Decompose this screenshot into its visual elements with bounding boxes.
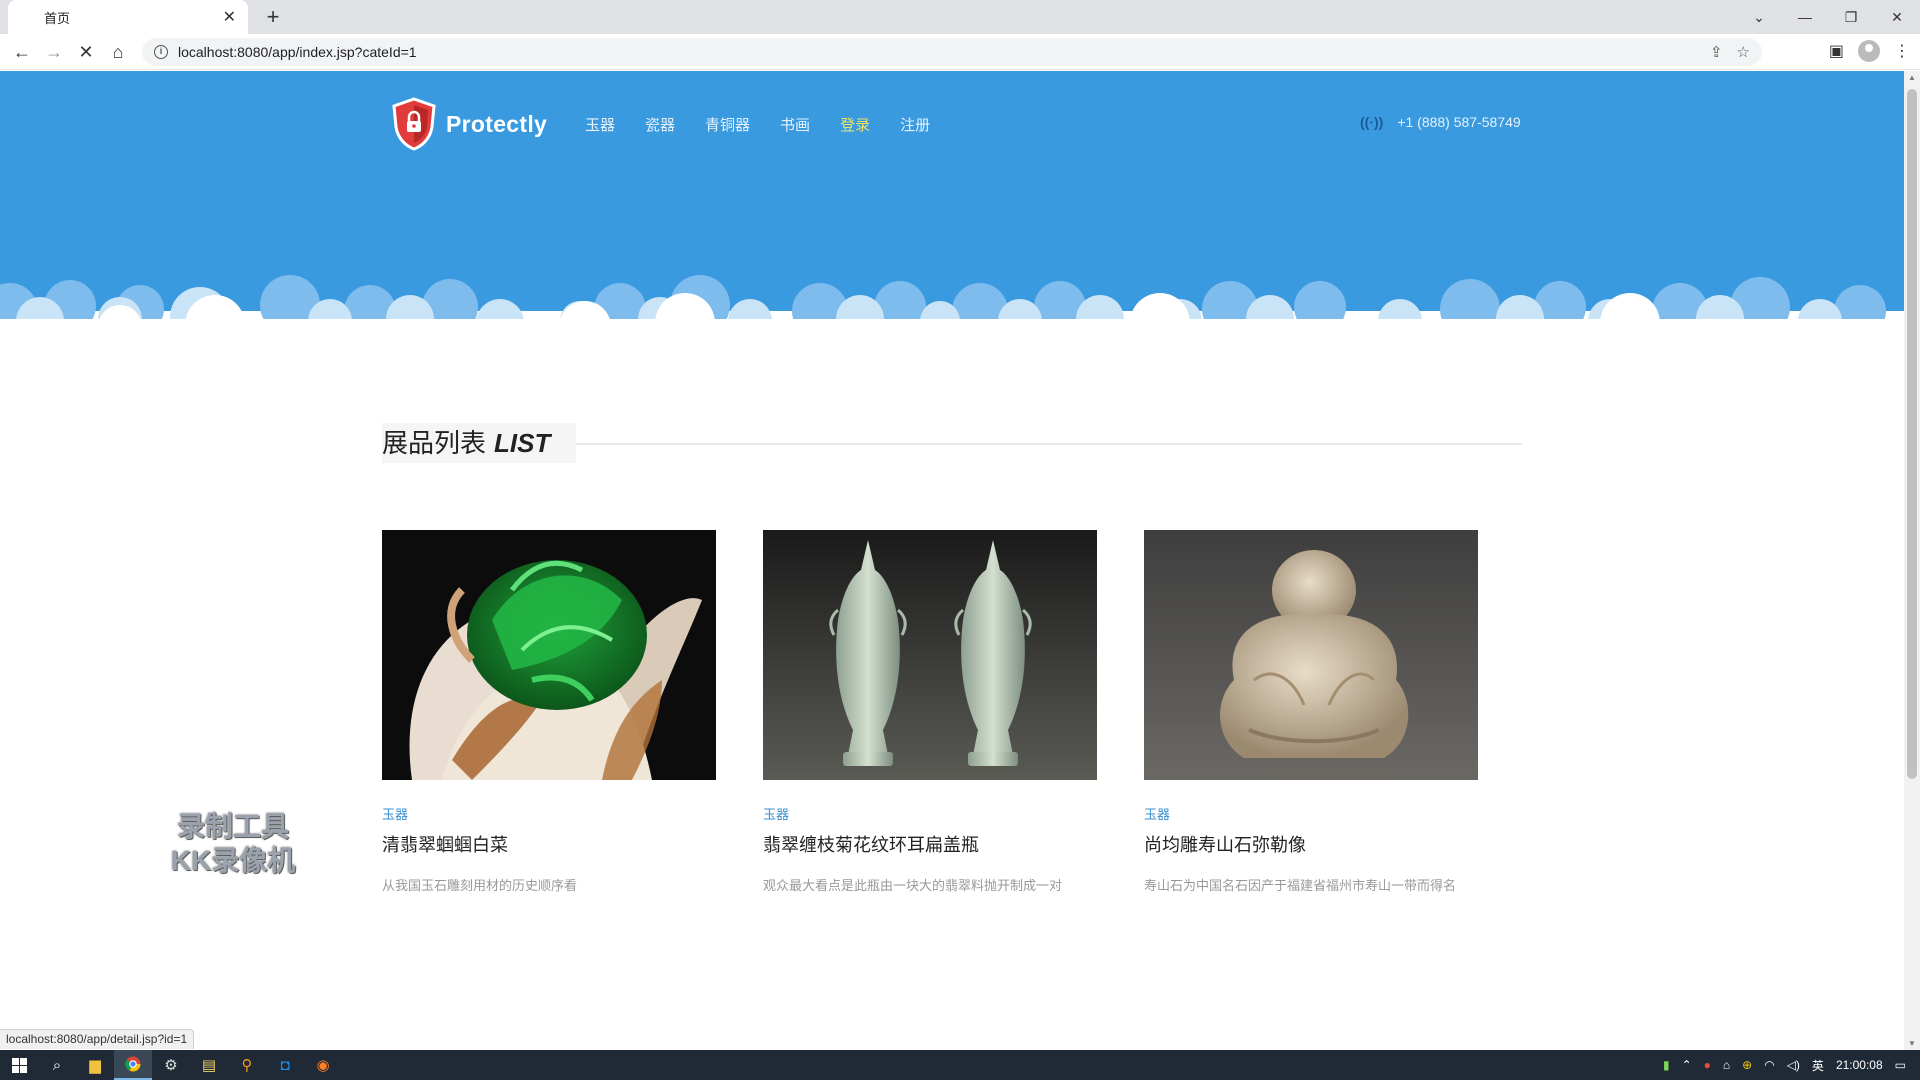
browser-tab[interactable]: 首页 ✕ — [8, 0, 248, 34]
stop-loading-button[interactable]: ✕ — [74, 40, 98, 64]
watermark-line2: KK录像机 — [170, 845, 296, 876]
scrollbar-thumb[interactable] — [1907, 89, 1917, 779]
bookmark-star-icon[interactable]: ☆ — [1737, 43, 1750, 61]
exhibit-category[interactable]: 玉器 — [763, 804, 1097, 823]
network-icon[interactable]: ⌂ — [1723, 1058, 1730, 1072]
minimize-button[interactable]: — — [1782, 0, 1828, 34]
tab-title: 首页 — [44, 10, 71, 26]
wifi-icon[interactable]: ◠ — [1764, 1058, 1774, 1072]
notifications-icon[interactable]: ▭ — [1895, 1058, 1906, 1072]
toolbar-actions: ▣ ⋮ — [1829, 40, 1910, 62]
exhibit-image-jadeite-vases[interactable] — [763, 530, 1097, 780]
app-blue-icon[interactable]: ◘ — [266, 1050, 304, 1080]
taskbar: ⌕ ▆ ⚙ ▤ ⚲ ◘ ◉ ▮ ⌃ ● ⌂ ⊕ ◠ ◁) 英 21:00:08 … — [0, 1050, 1920, 1080]
site-logo[interactable]: Protectly — [390, 97, 547, 151]
address-url[interactable]: localhost:8080/app/index.jsp?cateId=1 — [178, 44, 1696, 60]
home-button[interactable]: ⌂ — [106, 40, 130, 64]
exhibit-image-stone-buddha[interactable] — [1144, 530, 1478, 780]
exhibit-category[interactable]: 玉器 — [382, 804, 716, 823]
volume-icon[interactable]: ◁) — [1787, 1058, 1800, 1072]
section-divider — [572, 443, 1522, 445]
tray-expand-icon[interactable]: ⌃ — [1682, 1058, 1692, 1072]
start-windows-icon[interactable] — [0, 1050, 38, 1080]
page-scrollbar[interactable]: ▲ ▼ — [1904, 71, 1920, 1050]
recorder-app-icon[interactable]: ◉ — [304, 1050, 342, 1080]
close-window-button[interactable]: ✕ — [1874, 0, 1920, 34]
scroll-up-arrow-icon[interactable]: ▲ — [1908, 73, 1916, 82]
ime-indicator[interactable]: 英 — [1812, 1057, 1824, 1074]
window-controls: ⌄ — ❐ ✕ — [1736, 0, 1920, 34]
cloud-decoration — [0, 275, 1904, 321]
section-title-en: LIST — [494, 428, 551, 458]
nav-item-jade[interactable]: 玉器 — [585, 114, 615, 135]
main-nav: 玉器 瓷器 青铜器 书画 登录 注册 — [585, 114, 960, 135]
notepad-icon[interactable]: ▤ — [190, 1050, 228, 1080]
restore-button[interactable]: ❐ — [1828, 0, 1874, 34]
exhibit-name[interactable]: 尚均雕寿山石弥勒像 — [1144, 831, 1478, 857]
page-viewport: Protectly 玉器 瓷器 青铜器 书画 登录 注册 ((·)) +1 (8… — [0, 71, 1904, 1050]
shield-lock-icon — [392, 97, 436, 151]
recorder-watermark: 录制工具 KK录像机 — [160, 810, 306, 878]
exhibit-card[interactable]: 玉器 清翡翠蝈蝈白菜 从我国玉石雕刻用材的历史顺序看 — [382, 530, 716, 894]
chrome-icon[interactable] — [114, 1050, 152, 1080]
brand-name: Protectly — [446, 110, 548, 137]
nav-item-login[interactable]: 登录 — [840, 114, 870, 135]
tab-search-icon[interactable]: ⌄ — [1736, 0, 1782, 34]
nav-item-register[interactable]: 注册 — [900, 114, 930, 135]
section-header: 展品列表 LIST — [382, 423, 1522, 463]
exhibit-card[interactable]: 玉器 翡翠缠枝菊花纹环耳扁盖瓶 观众最大看点是此瓶由一块大的翡翠料抛开制成一对 — [763, 530, 1097, 894]
settings-gear-icon[interactable]: ⚙ — [152, 1050, 190, 1080]
exhibit-name[interactable]: 清翡翠蝈蝈白菜 — [382, 831, 716, 857]
tray-plus-icon[interactable]: ⊕ — [1742, 1058, 1752, 1072]
browser-toolbar: ← → ✕ ⌂ i localhost:8080/app/index.jsp?c… — [0, 34, 1920, 70]
exhibit-category[interactable]: 玉器 — [1144, 804, 1478, 823]
tray-app-icon[interactable]: ● — [1704, 1058, 1711, 1072]
exhibit-desc: 观众最大看点是此瓶由一块大的翡翠料抛开制成一对 — [763, 878, 1063, 893]
battery-icon[interactable]: ▮ — [1663, 1058, 1670, 1072]
menu-kebab-icon[interactable]: ⋮ — [1894, 41, 1910, 61]
site-info-icon[interactable]: i — [154, 45, 168, 59]
phone-signal-icon: ((·)) — [1360, 114, 1384, 130]
nav-item-porcelain[interactable]: 瓷器 — [645, 114, 675, 135]
tab-close-icon[interactable]: ✕ — [223, 7, 236, 27]
nav-item-painting[interactable]: 书画 — [780, 114, 810, 135]
address-bar[interactable]: i localhost:8080/app/index.jsp?cateId=1 … — [142, 38, 1762, 66]
exhibit-image-jade-cabbage[interactable] — [382, 530, 716, 780]
share-icon[interactable]: ⇪ — [1710, 43, 1723, 61]
forward-button[interactable]: → — [42, 40, 66, 64]
clock[interactable]: 21:00:08 — [1836, 1058, 1883, 1072]
exhibit-card[interactable]: 玉器 尚均雕寿山石弥勒像 寿山石为中国名石因产于福建省福州市寿山一带而得名 — [1144, 530, 1478, 894]
watermark-line1: 录制工具 — [176, 811, 289, 842]
exhibit-desc: 寿山石为中国名石因产于福建省福州市寿山一带而得名 — [1144, 878, 1457, 893]
back-button[interactable]: ← — [10, 40, 34, 64]
exhibit-name[interactable]: 翡翠缠枝菊花纹环耳扁盖瓶 — [763, 831, 1097, 857]
nav-item-bronze[interactable]: 青铜器 — [705, 114, 750, 135]
profile-avatar[interactable] — [1858, 40, 1880, 62]
file-explorer-icon[interactable]: ▆ — [76, 1050, 114, 1080]
app-search-icon[interactable]: ⚲ — [228, 1050, 266, 1080]
scroll-down-arrow-icon[interactable]: ▼ — [1908, 1039, 1916, 1048]
exhibit-desc: 从我国玉石雕刻用材的历史顺序看 — [382, 878, 578, 893]
search-icon[interactable]: ⌕ — [38, 1050, 76, 1080]
new-tab-button[interactable]: + — [260, 4, 286, 30]
side-panel-icon[interactable]: ▣ — [1829, 41, 1844, 61]
browser-tabbar: 首页 ✕ + ⌄ — ❐ ✕ — [0, 0, 1920, 34]
phone-number: +1 (888) 587-58749 — [1397, 114, 1521, 130]
phone-contact: ((·)) +1 (888) 587-58749 — [1360, 114, 1521, 130]
link-status-bar: localhost:8080/app/detail.jsp?id=1 — [0, 1029, 195, 1049]
system-tray: ▮ ⌃ ● ⌂ ⊕ ◠ ◁) 英 21:00:08 ▭ — [1663, 1050, 1920, 1080]
section-title-cn: 展品列表 — [382, 428, 487, 458]
section-title: 展品列表 LIST — [382, 423, 577, 463]
